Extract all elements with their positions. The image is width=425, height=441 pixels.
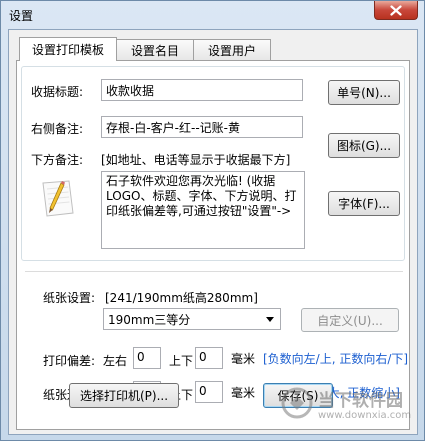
offset-lr-input[interactable]: 0 bbox=[133, 347, 161, 369]
close-button[interactable] bbox=[374, 1, 418, 20]
right-note-input[interactable]: 存根-白-客户-红--记账-黄 bbox=[101, 116, 303, 138]
custom-paper-button[interactable]: 自定义(U)... bbox=[301, 308, 399, 332]
offset-ud-label: 上下 bbox=[169, 354, 194, 368]
serial-number-button[interactable]: 单号(N)... bbox=[328, 80, 400, 105]
dialog-client: 设置打印模板 设置名目 设置用户 收据标题: 收款收据 单号(N)... 右侧备… bbox=[8, 29, 418, 435]
offset-ud-input[interactable]: 0 bbox=[195, 347, 223, 369]
print-offset-label: 打印偏差: bbox=[43, 354, 96, 368]
margin-ud-input[interactable]: 0 bbox=[195, 381, 223, 403]
tab-categories[interactable]: 设置名目 bbox=[116, 39, 195, 61]
tab-panel: 收据标题: 收款收据 单号(N)... 右侧备注: 存根-白-客户-红--记账-… bbox=[16, 60, 410, 430]
watermark-url: www.downxia.com bbox=[318, 410, 412, 421]
title-bar: 设置 bbox=[1, 1, 424, 29]
right-note-label: 右侧备注: bbox=[31, 122, 84, 136]
offset-note: [负数向左/上, 正数向右/下] bbox=[263, 352, 409, 366]
bottom-note-hint: [如地址、电话等显示于收据最下方] bbox=[101, 153, 291, 167]
select-printer-button[interactable]: 选择打印机(P)... bbox=[69, 383, 179, 408]
section-divider bbox=[25, 271, 403, 272]
paper-size-selected: 190mm三等分 bbox=[108, 313, 191, 327]
tab-print-template[interactable]: 设置打印模板 bbox=[19, 37, 118, 61]
watermark-brand: 当下软件园 bbox=[318, 391, 403, 411]
tab-users[interactable]: 设置用户 bbox=[193, 39, 272, 61]
bottom-note-textarea[interactable]: 石子软件欢迎您再次光临! (收据 LOGO、标题、字体、下方说明、打 印纸张偏差… bbox=[101, 171, 305, 249]
margin-unit: 毫米 bbox=[231, 386, 256, 400]
bottom-note-line: 石子软件欢迎您再次光临! (收据 bbox=[106, 174, 276, 188]
bottom-note-label: 下方备注: bbox=[31, 153, 84, 167]
paper-label: 纸张设置: bbox=[43, 291, 96, 305]
tab-strip: 设置打印模板 设置名目 设置用户 bbox=[19, 37, 272, 61]
watermark-logo-icon bbox=[281, 387, 313, 419]
receipt-title-input[interactable]: 收款收据 bbox=[101, 79, 303, 101]
notepad-pencil-icon bbox=[42, 180, 74, 217]
paper-size-select[interactable]: 190mm三等分 bbox=[103, 308, 281, 330]
bottom-note-line: 印纸张偏差等,可通过按钮"设置"-> bbox=[106, 204, 292, 218]
window-title: 设置 bbox=[9, 9, 34, 23]
icon-button[interactable]: 图标(G)... bbox=[328, 133, 400, 158]
receipt-title-label: 收据标题: bbox=[31, 85, 84, 99]
bottom-note-line: LOGO、标题、字体、下方说明、打 bbox=[106, 189, 297, 203]
close-icon bbox=[390, 4, 402, 16]
offset-lr-label: 左右 bbox=[103, 354, 128, 368]
watermark: 当下软件园 www.downxia.com bbox=[280, 384, 412, 432]
font-button[interactable]: 字体(F)... bbox=[328, 191, 400, 216]
chevron-down-icon bbox=[263, 312, 277, 326]
paper-size-text: [241/190mm纸高280mm] bbox=[105, 291, 258, 305]
offset-unit: 毫米 bbox=[231, 352, 256, 366]
settings-window: 设置 设置打印模板 设置名目 设置用户 收据标题: 收款收据 单号(N)... … bbox=[0, 0, 425, 441]
